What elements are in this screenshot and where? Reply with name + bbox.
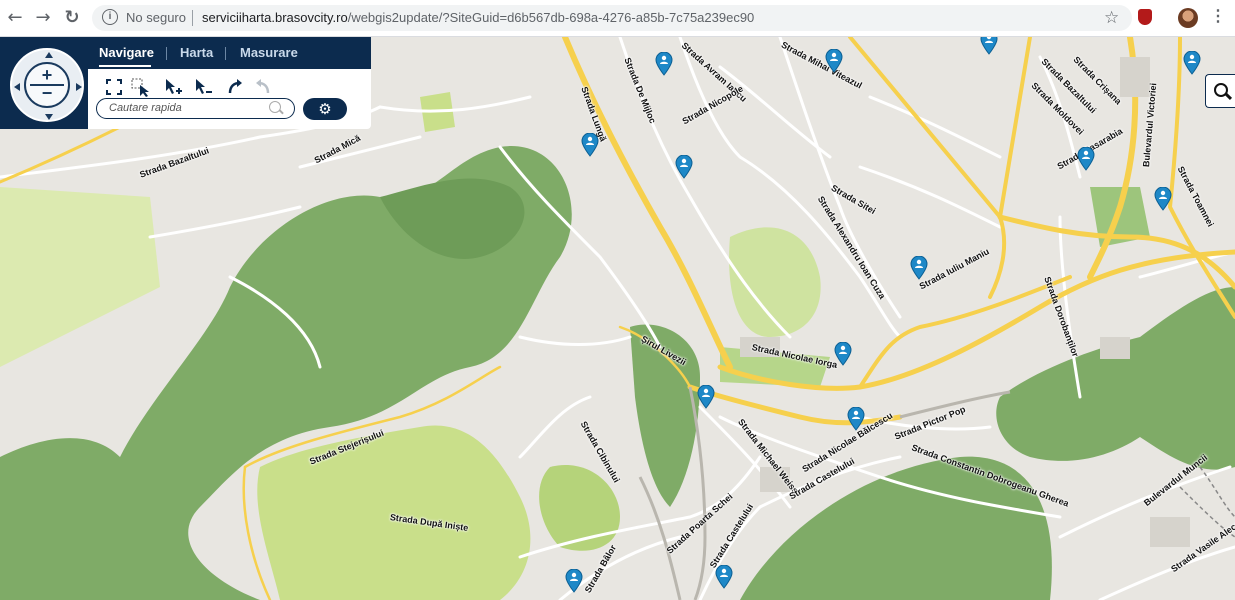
- settings-button[interactable]: ⚙: [303, 98, 347, 120]
- quick-search: [96, 98, 295, 119]
- tab-harta[interactable]: Harta: [180, 45, 213, 60]
- arrow-right-icon[interactable]: →: [32, 7, 54, 29]
- address-bar[interactable]: i No seguro serviciiharta.brasovcity.ro/…: [92, 5, 1132, 31]
- person-pin-icon[interactable]: [1154, 187, 1172, 211]
- gears-icon: ⚙: [318, 100, 332, 118]
- person-pin-icon[interactable]: [980, 37, 998, 55]
- url-host: serviciiharta.brasovcity.ro: [202, 10, 348, 25]
- profile-avatar[interactable]: [1178, 8, 1198, 28]
- person-pin-icon[interactable]: [847, 407, 865, 431]
- extension-shield-icon[interactable]: [1138, 9, 1152, 25]
- person-pin-icon[interactable]: [1077, 147, 1095, 171]
- zoom-in-button[interactable]: +: [26, 64, 68, 85]
- pan-up-icon[interactable]: [45, 52, 53, 58]
- select-remove-icon[interactable]: [193, 77, 213, 97]
- person-pin-icon[interactable]: [834, 342, 852, 366]
- fullscreen-icon[interactable]: [104, 77, 124, 97]
- person-pin-icon[interactable]: [1183, 51, 1201, 75]
- pan-zoom-control: + −: [10, 48, 84, 122]
- active-tab-indicator: [99, 65, 151, 67]
- person-pin-icon[interactable]: [655, 52, 673, 76]
- side-search-button[interactable]: [1205, 74, 1235, 108]
- map-toolbar-panel: + − Navigare Harta Masurare ⚙: [0, 37, 371, 129]
- security-status: No seguro: [126, 10, 186, 25]
- url-path: /webgis2update/?SiteGuid=d6b567db-698a-4…: [347, 10, 755, 25]
- person-pin-icon[interactable]: [581, 133, 599, 157]
- info-icon[interactable]: i: [102, 9, 118, 25]
- tab-masurare[interactable]: Masurare: [240, 45, 298, 60]
- url-text[interactable]: serviciiharta.brasovcity.ro/webgis2updat…: [202, 10, 754, 25]
- search-icon: [1214, 83, 1228, 97]
- person-pin-icon[interactable]: [910, 256, 928, 280]
- zoom-out-button[interactable]: −: [26, 84, 68, 105]
- zoom-control: + −: [24, 62, 70, 108]
- kebab-menu-icon[interactable]: ⋮: [1210, 6, 1226, 26]
- tab-separator: [225, 47, 226, 60]
- select-add-icon[interactable]: [163, 77, 183, 97]
- tab-navigare[interactable]: Navigare: [99, 45, 154, 60]
- person-pin-icon[interactable]: [565, 569, 583, 593]
- pan-down-icon[interactable]: [45, 114, 53, 120]
- pan-right-icon[interactable]: [76, 83, 82, 91]
- person-pin-icon[interactable]: [715, 565, 733, 589]
- address-separator: [192, 10, 193, 26]
- pan-left-icon[interactable]: [14, 83, 20, 91]
- tab-separator: [166, 47, 167, 60]
- person-pin-icon[interactable]: [825, 49, 843, 73]
- zoom-box-icon[interactable]: [130, 77, 150, 97]
- reload-icon[interactable]: ↻: [61, 7, 83, 29]
- redo-icon[interactable]: [254, 77, 274, 97]
- arrow-left-icon[interactable]: ←: [4, 7, 26, 29]
- search-icon[interactable]: [269, 101, 281, 113]
- person-pin-icon[interactable]: [675, 155, 693, 179]
- browser-toolbar: ← → ↻ i No seguro serviciiharta.brasovci…: [0, 0, 1235, 37]
- person-pin-icon[interactable]: [697, 385, 715, 409]
- quick-search-input[interactable]: [109, 101, 259, 115]
- star-icon[interactable]: ☆: [1104, 8, 1119, 28]
- undo-icon[interactable]: [224, 77, 244, 97]
